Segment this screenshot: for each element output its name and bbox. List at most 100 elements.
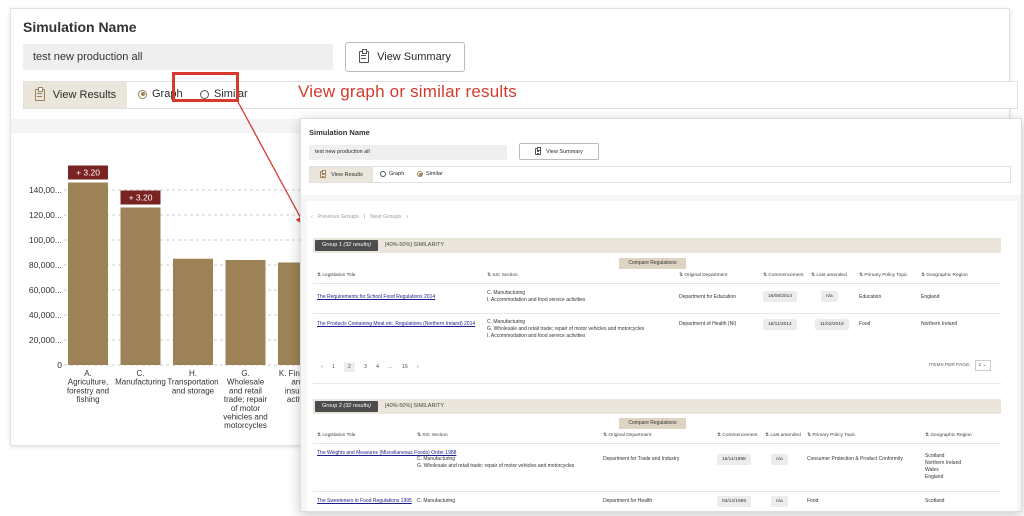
radio-selected-icon	[417, 171, 423, 177]
x-tick-label: and storage	[172, 386, 215, 395]
commencement-date: 03/12/1995	[717, 496, 752, 507]
last-amended: n/a	[771, 454, 788, 465]
view-summary-button[interactable]: View Summary	[345, 42, 465, 72]
chevron-left-icon: ‹	[311, 214, 313, 220]
group-2-header: Group 2 (32 results) [40%-50%] SIMILARIT…	[313, 399, 1001, 414]
bar	[225, 260, 266, 365]
clipboard-icon	[535, 147, 542, 155]
simulation-name-input[interactable]: test new production all	[309, 145, 507, 160]
sic-line: C. Manufacturing	[417, 498, 456, 504]
y-tick-label: 60,000...	[29, 285, 62, 295]
page-button-current[interactable]: 2	[343, 362, 355, 372]
policy-topic: Food	[807, 498, 819, 504]
region: Wales	[925, 467, 939, 473]
col-legislation-title[interactable]: ⇅ Legislation Title	[317, 273, 355, 278]
prev-page-button[interactable]: ‹	[321, 364, 323, 370]
graph-radio[interactable]: Graph	[380, 171, 404, 177]
bar	[120, 207, 161, 365]
simulation-name-heading: Simulation Name	[309, 128, 370, 137]
y-tick-label: 120,00...	[29, 210, 62, 220]
group-1-badge: Group 1 (32 results)	[315, 240, 378, 251]
col-primary-policy-topic[interactable]: ⇅ Primary Policy Topic	[859, 273, 907, 278]
results-toggle-bar: View Results Graph Similar	[309, 166, 1011, 183]
col-commencement[interactable]: ⇅ Commencement	[763, 273, 804, 278]
col-commencement[interactable]: ⇅ Commencement	[717, 433, 758, 438]
similar-radio[interactable]: Similar	[417, 171, 443, 177]
items-per-page: ITEMS PER PAGE: 2 ⌄	[929, 360, 991, 371]
y-tick-label: 100,00...	[29, 235, 62, 245]
view-results-button[interactable]: View Results	[310, 167, 373, 182]
col-legislation-title[interactable]: ⇅ Legislation Title	[317, 433, 355, 438]
view-summary-button[interactable]: View Summary	[519, 143, 599, 160]
policy-topic: Food	[859, 321, 871, 327]
group-1-header: Group 1 (32 results) [40%-50%] SIMILARIT…	[313, 238, 1001, 253]
view-summary-label: View Summary	[377, 51, 451, 63]
region: Scotland	[925, 498, 945, 504]
x-tick-label: Wholesale	[227, 378, 265, 387]
table-row: The Sweeteners in Food Regulations 1995 …	[313, 491, 1001, 511]
x-tick-label: fishing	[76, 395, 99, 404]
sic-section-bar-chart: 140,00... 120,00... 100,00... 80,000... 60,0…	[29, 165, 310, 430]
page-button[interactable]: 4	[376, 364, 379, 370]
next-page-button[interactable]: ›	[417, 364, 419, 370]
region: England	[925, 474, 944, 480]
col-original-department[interactable]: ⇅ Original Department	[603, 433, 651, 438]
commencement-date: 18/11/2014	[763, 319, 797, 330]
page-button[interactable]: 3	[364, 364, 367, 370]
legislation-link[interactable]: The Products Containing Meat etc. Regula…	[317, 321, 475, 328]
callout-text: View graph or similar results	[298, 82, 518, 101]
x-tick-label: H.	[189, 369, 197, 378]
next-groups-link[interactable]: Next Groups	[370, 214, 401, 220]
legislation-link[interactable]: The Requirements for School Food Regulat…	[317, 294, 435, 301]
policy-topic: Education	[859, 294, 882, 300]
x-tick-label: motorcycles	[224, 421, 267, 430]
x-tick-label: A.	[84, 369, 92, 378]
last-amended: n/a	[821, 291, 838, 302]
compare-regulations-button[interactable]: Compare Regulations	[619, 418, 686, 429]
compare-regulations-button[interactable]: Compare Regulations	[619, 258, 686, 269]
page-ellipsis: ...	[388, 364, 393, 370]
sic-line: C. Manufacturing	[487, 319, 526, 325]
col-geographic-region[interactable]: ⇅ Geographic Region	[921, 273, 968, 278]
page-button[interactable]: 16	[402, 364, 408, 370]
region: Scotland	[925, 453, 945, 459]
table-row: The Weights and Measures (Miscellaneous …	[313, 443, 1001, 491]
x-tick-label: forestry and	[67, 386, 109, 395]
group-2-table-header: ⇅ Legislation Title ⇅ SIC Section ⇅ Orig…	[313, 430, 1001, 442]
legislation-link[interactable]: The Sweeteners in Food Regulations 1995	[317, 498, 412, 505]
department: Department for Trade and Industry	[603, 456, 680, 462]
front-window: Simulation Name test new production all …	[300, 118, 1022, 512]
col-sic-section[interactable]: ⇅ SIC Section	[487, 273, 518, 278]
group-badge-label: Group 2	[322, 403, 342, 409]
commencement-date: 16/06/2014	[763, 291, 798, 302]
divider	[313, 383, 1001, 384]
previous-groups-link[interactable]: Previous Groups	[318, 214, 359, 220]
page-button[interactable]: 1	[332, 364, 335, 370]
bar	[173, 258, 213, 365]
y-tick-label: 20,000...	[29, 335, 62, 345]
y-tick-label: 40,000...	[29, 310, 62, 320]
x-tick-label: Transportation	[167, 378, 218, 387]
sic-line: G. Wholesale and retail trade; repair of…	[487, 326, 645, 332]
view-summary-label: View Summary	[546, 148, 583, 155]
sic-line: I. Accommodation and food service activi…	[487, 333, 586, 339]
y-tick-label: 80,000...	[29, 260, 62, 270]
items-per-page-select[interactable]: 2 ⌄	[974, 360, 991, 371]
col-primary-policy-topic[interactable]: ⇅ Primary Policy Topic	[807, 433, 855, 438]
y-tick-label: 0	[57, 360, 62, 370]
region: Northern Ireland	[921, 321, 958, 327]
region: England	[921, 294, 940, 300]
col-original-department[interactable]: ⇅ Original Department	[679, 273, 727, 278]
group-badge-label: Group 1	[322, 242, 342, 248]
col-sic-section[interactable]: ⇅ SIC Section	[417, 433, 448, 438]
graph-radio-label: Graph	[389, 171, 405, 177]
col-geographic-region[interactable]: ⇅ Geographic Region	[925, 433, 972, 438]
clipboard-check-icon	[320, 170, 327, 178]
col-last-amended[interactable]: ⇅ Last amended	[811, 273, 847, 278]
sic-line: C. Manufacturing	[487, 290, 526, 296]
last-amended: 11/02/2019	[815, 319, 849, 330]
bar-annotation: + 3.20	[76, 168, 100, 178]
col-last-amended[interactable]: ⇅ Last amended	[765, 433, 801, 438]
x-tick-label: Manufacturing	[115, 378, 166, 387]
sic-line: G. Wholesale and retail trade; repair of…	[417, 463, 575, 469]
